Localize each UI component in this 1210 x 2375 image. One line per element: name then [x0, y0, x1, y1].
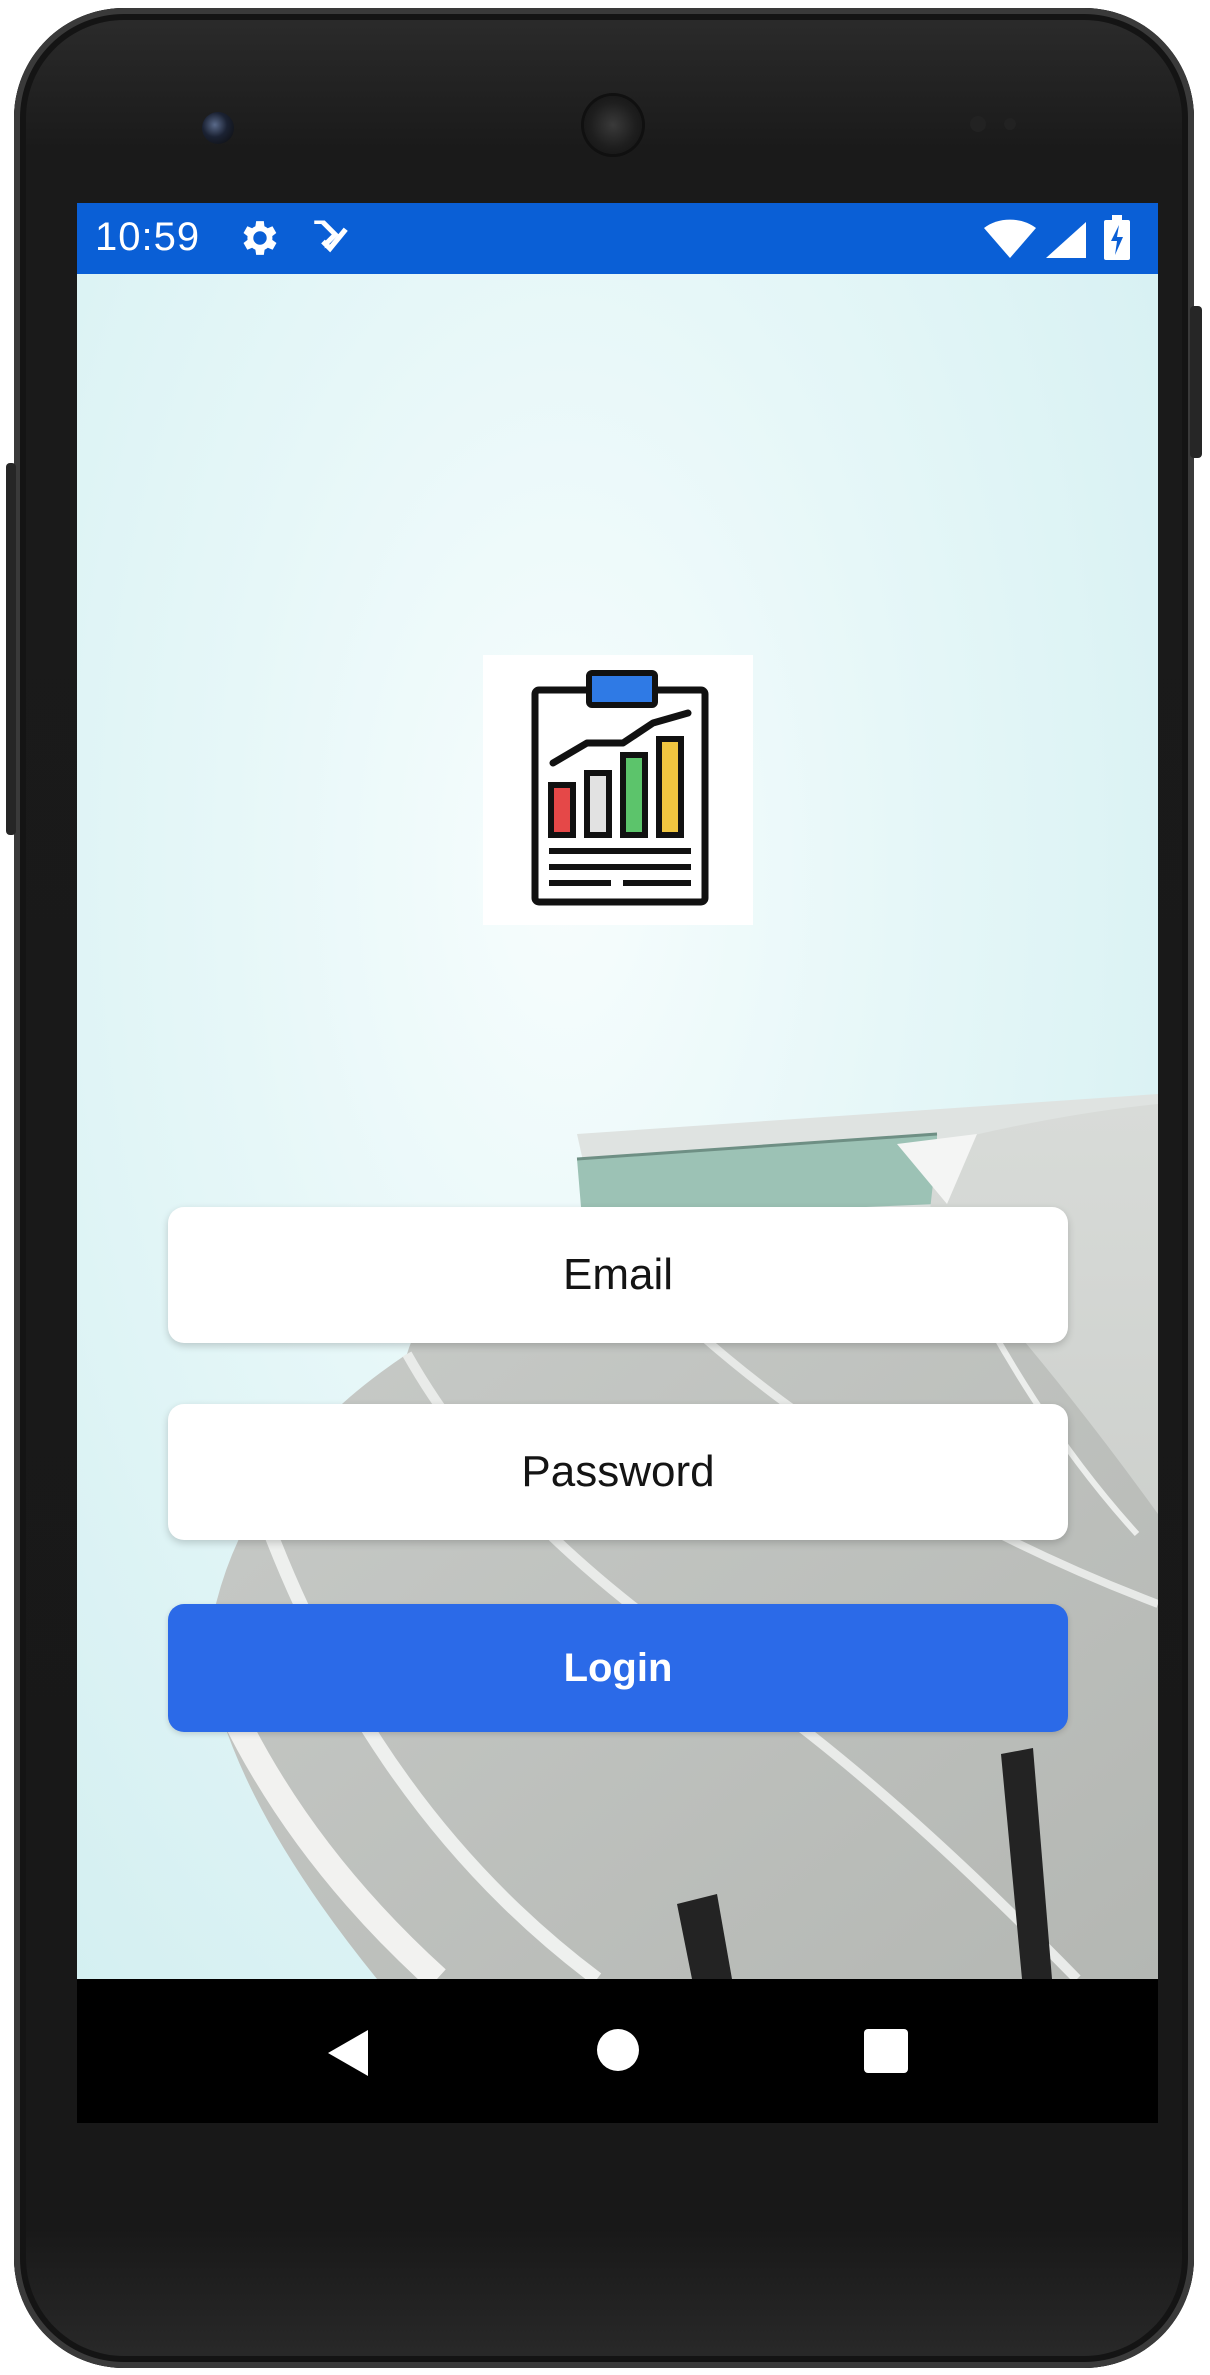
recents-icon[interactable] [864, 2029, 908, 2073]
login-button[interactable]: Login [168, 1604, 1068, 1732]
battery-charging-icon [1103, 215, 1131, 266]
light-sensor [1004, 118, 1016, 130]
login-screen: Email Password Login [77, 274, 1158, 1979]
email-field[interactable]: Email [168, 1207, 1068, 1343]
power-button [6, 463, 16, 835]
proximity-sensor [970, 116, 986, 132]
back-icon[interactable] [326, 2029, 370, 2082]
navigation-bar [77, 1979, 1158, 2123]
earpiece-speaker [584, 96, 642, 154]
task-check-icon [309, 217, 351, 264]
phone-frame: 10:59 Email Password Login [6, 8, 1202, 2368]
app-logo [483, 655, 753, 925]
volume-button [1190, 306, 1202, 458]
cell-signal-icon [1045, 221, 1087, 264]
home-icon[interactable] [597, 2029, 639, 2071]
status-bar: 10:59 [77, 203, 1158, 274]
email-placeholder: Email [562, 1250, 674, 1299]
front-camera [202, 112, 234, 144]
wifi-icon [983, 219, 1037, 264]
password-placeholder: Password [521, 1447, 715, 1496]
clipboard-chart-icon [531, 670, 709, 906]
screen: 10:59 Email Password Login [77, 203, 1158, 2123]
gear-icon [237, 215, 283, 266]
login-button-label: Login [563, 1645, 673, 1690]
password-field[interactable]: Password [168, 1404, 1068, 1540]
status-time: 10:59 [95, 215, 201, 259]
